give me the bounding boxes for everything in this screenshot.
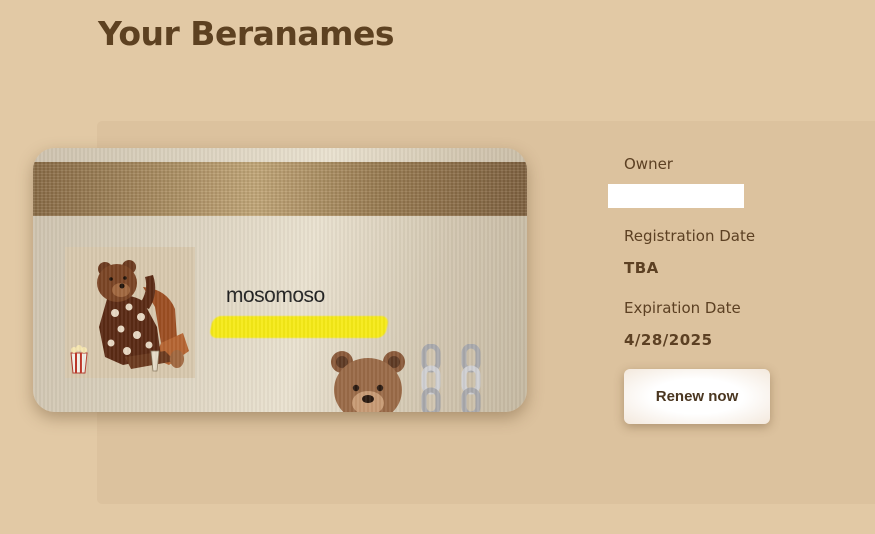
domain-name-text: mosomoso [226,284,325,307]
redacted-highlight [208,316,390,338]
owner-address-redacted [608,184,744,208]
chain-link-icon [416,343,446,412]
registration-date-label: Registration Date [624,227,756,245]
owner-label: Owner [624,155,673,173]
expiration-date-label: Expiration Date [624,299,741,317]
card-stripe [33,162,527,216]
bear-face-emoji-icon [330,348,406,412]
chain-link-icon [456,343,486,412]
page-title: Your Beranames [98,14,395,53]
expiration-date-value: 4/28/2025 [624,331,713,349]
registration-date-value: TBA [624,259,659,277]
renew-now-button[interactable]: Renew now [624,369,770,424]
domain-name-card: mosomoso [33,148,527,412]
bear-illustration-icon [65,247,195,378]
